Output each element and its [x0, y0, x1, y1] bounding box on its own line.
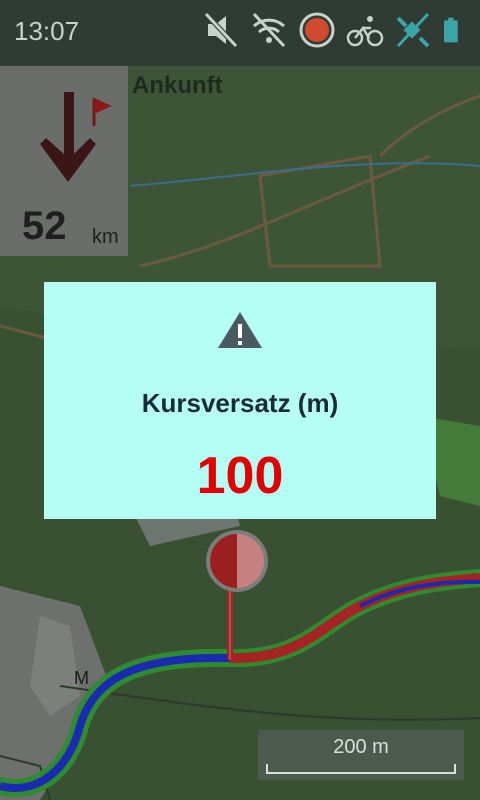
battery-icon	[444, 17, 458, 43]
map-scale: 200 m	[258, 730, 464, 780]
cycling-icon	[346, 16, 384, 47]
record-icon	[299, 12, 335, 48]
turn-arrow-icon	[40, 92, 112, 182]
status-bar: 13:07	[0, 0, 480, 66]
distance-unit: km	[92, 226, 119, 248]
no-wifi-icon	[252, 12, 286, 48]
status-time: 13:07	[14, 16, 80, 46]
status-icons	[202, 10, 468, 50]
map-place-label: M	[74, 668, 89, 688]
warning-icon	[218, 312, 262, 348]
distance-value: 52	[22, 204, 67, 248]
mute-icon	[204, 12, 238, 48]
dialog-value: 100	[196, 447, 284, 505]
scale-bar	[266, 764, 456, 774]
alert-dialog[interactable]: Kursversatz (m) 100	[44, 282, 436, 519]
navigation-panel[interactable]: 52 km	[0, 66, 128, 256]
destination-label: Ankunft	[132, 72, 223, 99]
scale-label: 200 m	[333, 736, 389, 758]
position-marker-icon	[206, 530, 268, 592]
dialog-title: Kursversatz (m)	[141, 388, 339, 418]
gps-icon	[396, 12, 430, 48]
